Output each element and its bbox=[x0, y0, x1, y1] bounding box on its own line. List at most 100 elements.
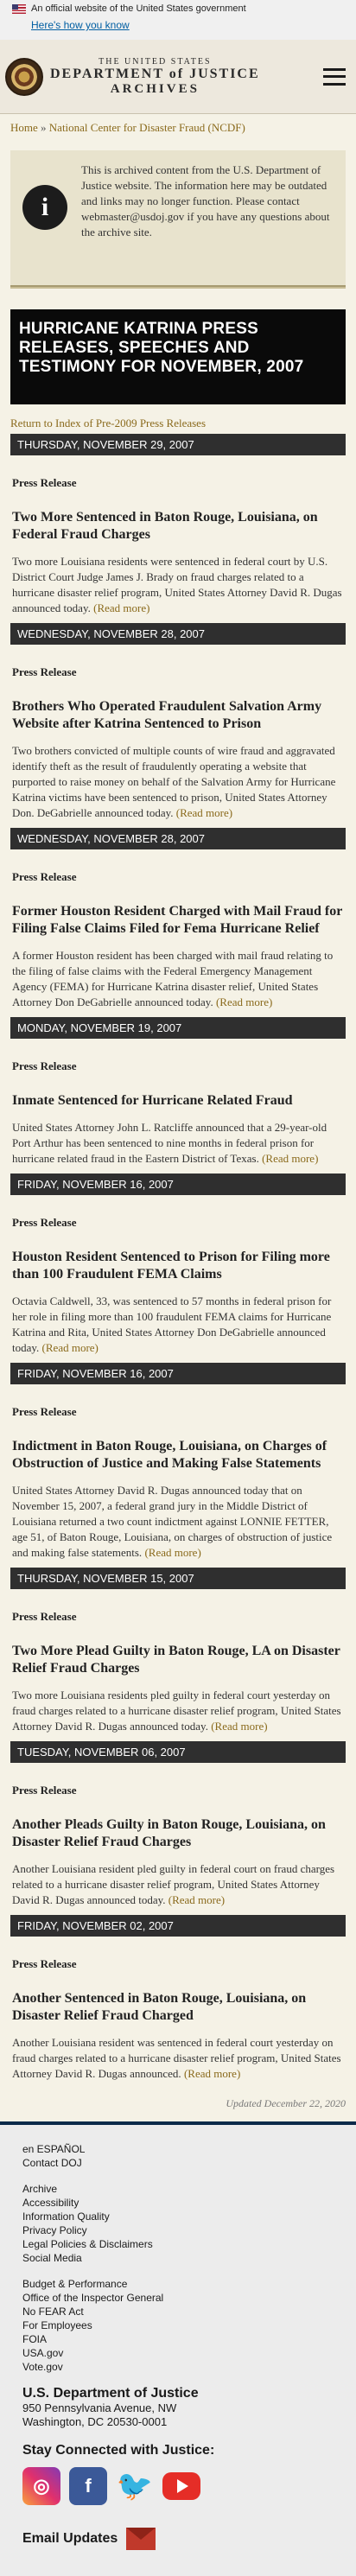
twitter-icon[interactable]: 🐦 bbox=[116, 2467, 154, 2505]
youtube-icon[interactable] bbox=[162, 2467, 200, 2505]
date-header: WEDNESDAY, NOVEMBER 28, 2007 bbox=[10, 623, 346, 645]
doj-seal-icon[interactable] bbox=[5, 57, 43, 96]
social-links: ◎ f 🐦 bbox=[22, 2467, 334, 2505]
footer-address-line-1: 950 Pennsylvania Avenue, NW bbox=[22, 2401, 177, 2414]
logo-line-3: ARCHIVES bbox=[110, 81, 200, 96]
press-release-item: Press Release Another Sentenced in Baton … bbox=[10, 1957, 346, 2089]
logo-line-2: DEPARTMENT of JUSTICE bbox=[50, 66, 260, 81]
read-more-link[interactable]: (Read more) bbox=[144, 1546, 200, 1559]
gov-banner: An official website of the United States… bbox=[0, 0, 356, 40]
archive-notice: i This is archived content from the U.S.… bbox=[10, 150, 346, 287]
press-release-title[interactable]: Two More Plead Guilty in Baton Rouge, LA… bbox=[12, 1643, 344, 1677]
footer-links-group-1: Archive Accessibility Information Quality P… bbox=[22, 2182, 334, 2265]
press-release-summary: Octavia Caldwell, 33, was sentenced to 5… bbox=[12, 1294, 344, 1356]
press-release-summary: Another Louisiana resident pled guilty i… bbox=[12, 1861, 344, 1908]
breadcrumb-ncdf[interactable]: National Center for Disaster Fraud (NCDF… bbox=[49, 121, 245, 134]
footer-links-group-2: Budget & Performance Office of the Inspec… bbox=[22, 2277, 334, 2374]
press-release-title[interactable]: Another Pleads Guilty in Baton Rouge, Lo… bbox=[12, 1816, 344, 1851]
press-release-summary: Two more Louisiana residents pled guilty… bbox=[12, 1688, 344, 1734]
email-updates-label: Email Updates bbox=[22, 2531, 118, 2546]
read-more-link[interactable]: (Read more) bbox=[93, 601, 149, 614]
footer-link[interactable]: Vote.gov bbox=[22, 2360, 334, 2374]
footer-link[interactable]: Archive bbox=[22, 2182, 334, 2196]
info-icon: i bbox=[22, 185, 67, 230]
date-header: FRIDAY, NOVEMBER 02, 2007 bbox=[10, 1915, 346, 1937]
read-more-link[interactable]: (Read more) bbox=[184, 2067, 240, 2080]
press-release-item: Press Release Two More Plead Guilty in Ba… bbox=[10, 1610, 346, 1741]
press-release-title[interactable]: Another Sentenced in Baton Rouge, Louisi… bbox=[12, 1990, 344, 2025]
footer-link[interactable]: Information Quality bbox=[22, 2210, 334, 2223]
press-release-label: Press Release bbox=[12, 1784, 77, 1797]
footer-address-line-2: Washington, DC 20530-0001 bbox=[22, 2415, 168, 2428]
press-release-summary: A former Houston resident has been charg… bbox=[12, 948, 344, 1010]
site-logo[interactable]: THE UNITED STATES DEPARTMENT of JUSTICE … bbox=[50, 57, 260, 97]
logo-line-1: THE UNITED STATES bbox=[99, 56, 212, 67]
how-you-know-link[interactable]: Here's how you know bbox=[31, 19, 130, 31]
official-site-text: An official website of the United States… bbox=[31, 3, 246, 14]
footer-link[interactable]: Contact DOJ bbox=[22, 2156, 334, 2170]
email-updates-link[interactable]: Email Updates bbox=[22, 2528, 334, 2550]
summary-text: Two more Louisiana residents pled guilty… bbox=[12, 1689, 341, 1733]
press-release-label: Press Release bbox=[12, 1957, 77, 1970]
footer-org-name: U.S. Department of Justice bbox=[22, 2386, 199, 2401]
press-release-title[interactable]: Two More Sentenced in Baton Rouge, Louis… bbox=[12, 509, 344, 544]
press-release-title[interactable]: Former Houston Resident Charged with Mai… bbox=[12, 903, 344, 938]
press-release-summary: United States Attorney David R. Dugas an… bbox=[12, 1483, 344, 1561]
press-release-list: THURSDAY, NOVEMBER 29, 2007 Press Release… bbox=[10, 434, 346, 2089]
press-release-item: Press Release Houston Resident Sentenced … bbox=[10, 1216, 346, 1363]
press-release-title[interactable]: Brothers Who Operated Fraudulent Salvati… bbox=[12, 698, 344, 733]
hamburger-menu-icon[interactable] bbox=[323, 67, 346, 86]
read-more-link[interactable]: (Read more) bbox=[42, 1341, 99, 1354]
site-header: THE UNITED STATES DEPARTMENT of JUSTICE … bbox=[0, 40, 356, 114]
instagram-icon[interactable]: ◎ bbox=[22, 2467, 60, 2505]
breadcrumb-separator: » bbox=[41, 121, 47, 134]
date-header: THURSDAY, NOVEMBER 15, 2007 bbox=[10, 1568, 346, 1589]
footer-link[interactable]: FOIA bbox=[22, 2332, 334, 2346]
read-more-link[interactable]: (Read more) bbox=[262, 1152, 318, 1165]
read-more-link[interactable]: (Read more) bbox=[211, 1720, 267, 1733]
read-more-link[interactable]: (Read more) bbox=[216, 995, 272, 1008]
footer-link[interactable]: Budget & Performance bbox=[22, 2277, 334, 2291]
press-release-item: Press Release Another Pleads Guilty in Ba… bbox=[10, 1784, 346, 1915]
press-release-summary: United States Attorney John L. Ratcliffe… bbox=[12, 1120, 344, 1167]
press-release-label: Press Release bbox=[12, 1610, 77, 1623]
press-release-label: Press Release bbox=[12, 870, 77, 883]
press-release-item: Press Release Indictment in Baton Rouge, … bbox=[10, 1405, 346, 1568]
date-header: MONDAY, NOVEMBER 19, 2007 bbox=[10, 1017, 346, 1039]
footer-link[interactable]: Social Media bbox=[22, 2251, 334, 2265]
press-release-item: Press Release Inmate Sentenced for Hurric… bbox=[10, 1059, 346, 1174]
date-header: FRIDAY, NOVEMBER 16, 2007 bbox=[10, 1174, 346, 1195]
summary-text: Two brothers convicted of multiple count… bbox=[12, 744, 336, 819]
footer-link[interactable]: No FEAR Act bbox=[22, 2305, 334, 2318]
press-release-summary: Two more Louisiana residents were senten… bbox=[12, 554, 344, 616]
date-header: WEDNESDAY, NOVEMBER 28, 2007 bbox=[10, 828, 346, 849]
date-header: FRIDAY, NOVEMBER 16, 2007 bbox=[10, 1363, 346, 1384]
press-release-item: Press Release Brothers Who Operated Fraud… bbox=[10, 665, 346, 828]
footer-link[interactable]: Legal Policies & Disclaimers bbox=[22, 2237, 334, 2251]
press-release-label: Press Release bbox=[12, 1059, 77, 1072]
us-flag-icon bbox=[12, 3, 26, 14]
read-more-link[interactable]: (Read more) bbox=[176, 806, 232, 819]
updated-date: Updated December 22, 2020 bbox=[226, 2097, 346, 2109]
press-release-title[interactable]: Inmate Sentenced for Hurricane Related F… bbox=[12, 1092, 344, 1110]
breadcrumb-home[interactable]: Home bbox=[10, 121, 38, 134]
press-release-label: Press Release bbox=[12, 476, 77, 489]
press-release-title[interactable]: Houston Resident Sentenced to Prison for… bbox=[12, 1249, 344, 1283]
footer-link[interactable]: Accessibility bbox=[22, 2196, 334, 2210]
return-to-index-link[interactable]: Return to Index of Pre-2009 Press Releas… bbox=[10, 417, 346, 430]
read-more-link[interactable]: (Read more) bbox=[168, 1893, 225, 1906]
archive-notice-text: This is archived content from the U.S. D… bbox=[81, 163, 330, 239]
footer-link[interactable]: Privacy Policy bbox=[22, 2223, 334, 2237]
press-release-item: Press Release Former Houston Resident Cha… bbox=[10, 870, 346, 1017]
press-release-label: Press Release bbox=[12, 1216, 77, 1229]
summary-text: A former Houston resident has been charg… bbox=[12, 949, 334, 1008]
footer-link[interactable]: en ESPAÑOL bbox=[22, 2142, 334, 2156]
press-release-item: Press Release Two More Sentenced in Baton… bbox=[10, 476, 346, 623]
envelope-icon bbox=[126, 2528, 156, 2550]
press-release-title[interactable]: Indictment in Baton Rouge, Louisiana, on… bbox=[12, 1438, 344, 1472]
footer-link[interactable]: Office of the Inspector General bbox=[22, 2291, 334, 2305]
press-release-label: Press Release bbox=[12, 665, 77, 678]
footer-link[interactable]: USA.gov bbox=[22, 2346, 334, 2360]
footer-link[interactable]: For Employees bbox=[22, 2318, 334, 2332]
facebook-icon[interactable]: f bbox=[69, 2467, 107, 2505]
